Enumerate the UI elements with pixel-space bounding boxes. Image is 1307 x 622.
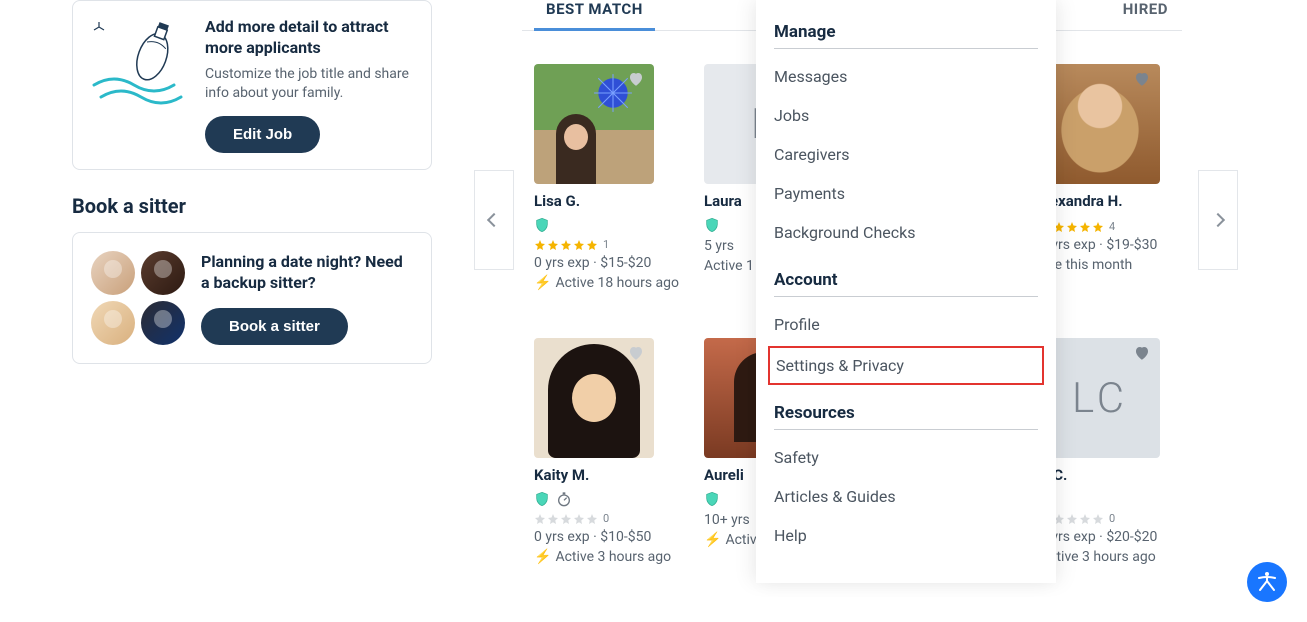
dropdown-item-settings-privacy[interactable]: Settings & Privacy xyxy=(768,346,1044,385)
tab-best-match[interactable]: BEST MATCH xyxy=(522,0,667,30)
avatar xyxy=(141,251,185,295)
rating-count: 0 xyxy=(1109,512,1115,525)
dropdown-item-safety[interactable]: Safety xyxy=(774,438,1038,477)
dropdown-heading-manage: Manage xyxy=(774,22,1038,49)
favorite-icon[interactable] xyxy=(1132,70,1152,88)
bolt-icon: ⚡ xyxy=(534,549,551,565)
rating-count: 1 xyxy=(603,238,609,251)
book-sitter-card: Planning a date night? Need a backup sit… xyxy=(72,232,432,364)
book-sitter-button[interactable]: Book a sitter xyxy=(201,308,348,345)
profile-meta: 0 yrs exp · $10-$50 xyxy=(534,529,694,545)
edit-job-title: Add more detail to attract more applican… xyxy=(205,17,415,59)
profile-card[interactable]: Alexandra H. 4 + yrs exp · $19-$30 tive … xyxy=(1040,64,1200,273)
dropdown-item-profile[interactable]: Profile xyxy=(774,305,1038,344)
profile-card[interactable]: LC ri C. 0 + yrs exp · $20-$20 Active 3 … xyxy=(1040,338,1200,565)
shield-icon xyxy=(534,490,550,508)
rating-count: 0 xyxy=(603,512,609,525)
avatar xyxy=(91,251,135,295)
account-dropdown: Manage Messages Jobs Caregivers Payments… xyxy=(756,0,1056,583)
profile-photo: LC xyxy=(1040,338,1160,458)
profile-card[interactable]: Lisa G. 1 0 yrs exp · $15-$20 ⚡Active 18… xyxy=(534,64,694,291)
carousel-prev-button[interactable] xyxy=(474,170,514,270)
bottle-illustration xyxy=(89,17,189,107)
accessibility-button[interactable] xyxy=(1247,562,1287,602)
dropdown-item-jobs[interactable]: Jobs xyxy=(774,96,1038,135)
dropdown-item-messages[interactable]: Messages xyxy=(774,57,1038,96)
rating-stars: 4 xyxy=(1040,220,1200,233)
avatar xyxy=(141,301,185,345)
profile-card[interactable]: Kaity M. 0 0 yrs exp · $10-$50 ⚡Active 3… xyxy=(534,338,694,565)
bolt-icon: ⚡ xyxy=(534,275,551,291)
favorite-icon[interactable] xyxy=(626,344,646,362)
profile-meta: + yrs exp · $19-$30 xyxy=(1040,237,1200,253)
chevron-right-icon xyxy=(1211,213,1225,227)
dropdown-item-payments[interactable]: Payments xyxy=(774,174,1038,213)
dropdown-item-caregivers[interactable]: Caregivers xyxy=(774,135,1038,174)
shield-icon xyxy=(704,490,720,508)
dropdown-item-help[interactable]: Help xyxy=(774,516,1038,555)
edit-job-button[interactable]: Edit Job xyxy=(205,116,320,153)
book-sitter-title: Planning a date night? Need a backup sit… xyxy=(201,251,413,294)
profile-activity: Active 18 hours ago xyxy=(555,275,679,291)
stopwatch-icon xyxy=(556,491,572,507)
bolt-icon: ⚡ xyxy=(704,532,721,548)
rating-stars: 1 xyxy=(534,238,694,251)
rating-stars: 0 xyxy=(534,512,694,525)
profile-name: ri C. xyxy=(1040,466,1200,484)
carousel-next-button[interactable] xyxy=(1198,170,1238,270)
dropdown-item-articles[interactable]: Articles & Guides xyxy=(774,477,1038,516)
dropdown-heading-account: Account xyxy=(774,270,1038,297)
rating-count: 4 xyxy=(1109,220,1115,233)
tab-hired[interactable]: HIRED xyxy=(1099,0,1192,30)
shield-icon xyxy=(704,216,720,234)
profile-activity: Active 3 hours ago xyxy=(555,549,671,565)
sitter-avatar-grid xyxy=(91,251,185,345)
dropdown-item-background-checks[interactable]: Background Checks xyxy=(774,213,1038,252)
profile-activity: Active 3 hours ago xyxy=(1040,549,1156,565)
book-sitter-heading: Book a sitter xyxy=(72,194,432,218)
favorite-icon[interactable] xyxy=(1132,344,1152,362)
profile-photo xyxy=(534,338,654,458)
profile-photo xyxy=(1040,64,1160,184)
rating-stars: 0 xyxy=(1040,512,1200,525)
profile-name: Alexandra H. xyxy=(1036,192,1200,210)
favorite-icon[interactable] xyxy=(626,70,646,88)
accessibility-icon xyxy=(1255,570,1279,594)
profile-meta: 0 yrs exp · $15-$20 xyxy=(534,255,694,271)
profile-meta: + yrs exp · $20-$20 xyxy=(1040,529,1200,545)
dropdown-heading-resources: Resources xyxy=(774,403,1038,430)
avatar xyxy=(91,301,135,345)
chevron-left-icon xyxy=(487,213,501,227)
shield-icon xyxy=(534,216,550,234)
profile-name: Lisa G. xyxy=(534,192,694,210)
profile-activity: Active 1 xyxy=(704,258,754,274)
profile-photo xyxy=(534,64,654,184)
edit-job-card: Add more detail to attract more applican… xyxy=(72,0,432,170)
edit-job-desc: Customize the job title and share info a… xyxy=(205,65,415,104)
profile-name: Kaity M. xyxy=(534,466,694,484)
